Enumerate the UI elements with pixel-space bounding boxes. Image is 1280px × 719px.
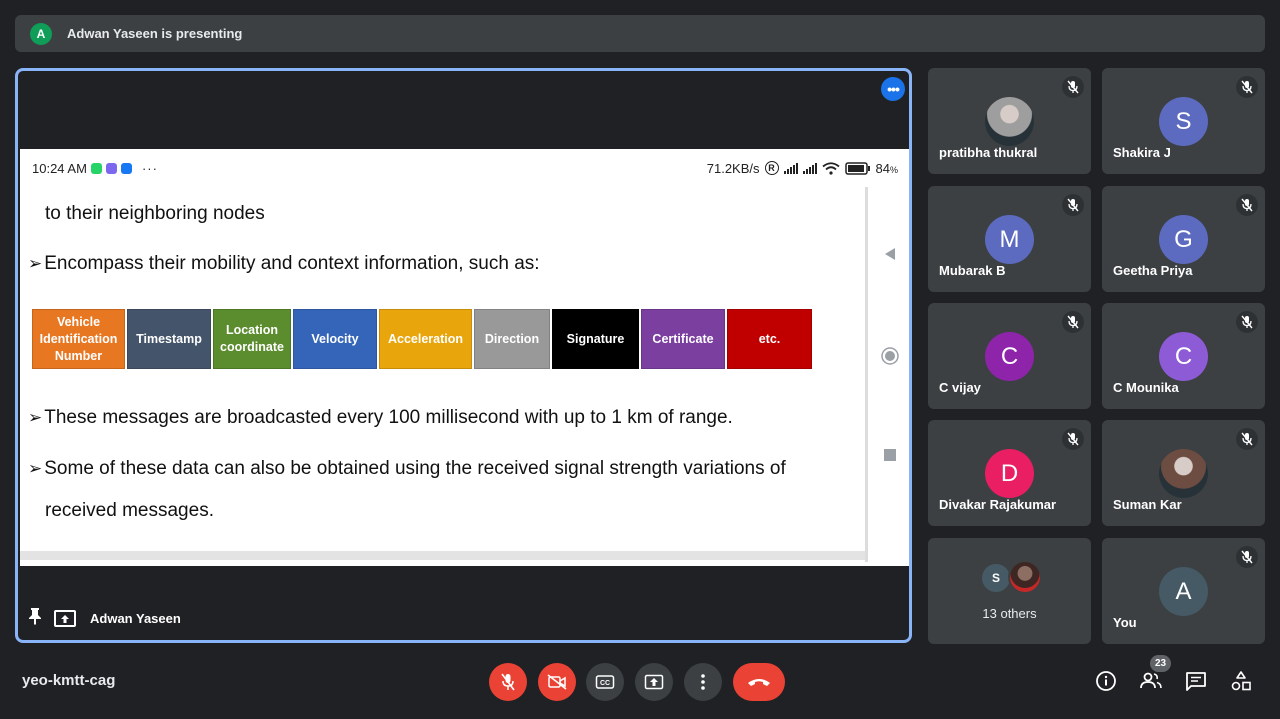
leave-call-button[interactable] bbox=[733, 663, 785, 701]
mic-off-icon bbox=[1062, 311, 1084, 333]
presentation-icon bbox=[54, 610, 76, 627]
slide-line-2: ➢ Encompass their mobility and context in… bbox=[28, 253, 540, 274]
self-tile[interactable]: A You bbox=[1102, 538, 1265, 644]
attribute-boxes: Vehicle Identification Number Timestamp … bbox=[32, 309, 814, 369]
battery-icon bbox=[844, 161, 870, 175]
more-notifications-icon: ··· bbox=[141, 160, 158, 176]
presenter-avatar: A bbox=[30, 22, 52, 45]
wifi-icon bbox=[821, 161, 840, 175]
mic-off-icon bbox=[1062, 194, 1084, 216]
phone-status-bar: 10:24 AM ··· 71.2KB/s R 84% bbox=[20, 149, 909, 187]
participant-avatar bbox=[985, 97, 1034, 146]
slide-line-4: ➢ Some of these data can also be obtained… bbox=[28, 458, 786, 479]
slide-line-1: to their neighboring nodes bbox=[45, 203, 265, 224]
mic-off-icon bbox=[1236, 194, 1258, 216]
slide-line-5: received messages. bbox=[45, 500, 214, 521]
presentation-stage[interactable]: ••• 10:24 AM ··· 71.2KB/s R 84% to their… bbox=[15, 68, 912, 643]
participant-name: pratibha thukral bbox=[939, 145, 1038, 160]
box-certificate: Certificate bbox=[641, 309, 727, 369]
presenter-label: Adwan Yaseen bbox=[28, 607, 181, 630]
participant-name: Geetha Priya bbox=[1113, 263, 1193, 278]
box-signature: Signature bbox=[552, 309, 641, 369]
mic-toggle-button[interactable] bbox=[489, 663, 527, 701]
participant-tile[interactable]: CC Mounika bbox=[1102, 303, 1265, 409]
signal-icon bbox=[783, 162, 798, 174]
mic-off-icon bbox=[1236, 428, 1258, 450]
camera-toggle-button[interactable] bbox=[538, 663, 576, 701]
shared-screen: 10:24 AM ··· 71.2KB/s R 84% to their nei… bbox=[20, 149, 909, 566]
scrollbar[interactable] bbox=[865, 187, 868, 562]
signal-icon-2 bbox=[802, 162, 817, 174]
participant-avatar: C bbox=[1159, 332, 1208, 381]
others-label: 13 others bbox=[982, 606, 1037, 621]
svg-text:CC: CC bbox=[600, 680, 610, 687]
participant-avatar: D bbox=[985, 449, 1034, 498]
activities-icon[interactable] bbox=[1228, 668, 1254, 694]
meeting-code: yeo-kmtt-cag bbox=[22, 672, 116, 689]
mic-off-icon bbox=[1236, 546, 1258, 568]
participant-avatar bbox=[1159, 449, 1208, 498]
mic-off-icon bbox=[1062, 428, 1084, 450]
box-vehicle-id: Vehicle Identification Number bbox=[32, 309, 127, 369]
status-time: 10:24 AM bbox=[32, 160, 87, 176]
mic-off-icon bbox=[1062, 76, 1084, 98]
participant-name: C Mounika bbox=[1113, 380, 1179, 395]
presenter-name: Adwan Yaseen bbox=[90, 611, 181, 626]
participant-tile[interactable]: C C vijay bbox=[928, 303, 1091, 409]
mic-off-icon bbox=[1236, 76, 1258, 98]
pin-icon[interactable] bbox=[28, 607, 42, 630]
more-actions-button[interactable] bbox=[684, 663, 722, 701]
mic-off-icon bbox=[1236, 311, 1258, 333]
recents-nav-icon[interactable] bbox=[880, 449, 900, 461]
others-photo-avatar bbox=[1008, 560, 1042, 594]
box-acceleration: Acceleration bbox=[379, 309, 474, 369]
participant-avatar: C bbox=[985, 332, 1034, 381]
presenting-text: Adwan Yaseen is presenting bbox=[67, 26, 243, 41]
slide-content: to their neighboring nodes ➢ Encompass th… bbox=[20, 187, 865, 557]
others-tile[interactable]: S 13 others bbox=[928, 538, 1091, 644]
horizontal-scrollbar[interactable] bbox=[20, 551, 865, 560]
participant-tile[interactable]: S Shakira J bbox=[1102, 68, 1265, 174]
participant-name: C vijay bbox=[939, 380, 981, 395]
box-location: Location coordinate bbox=[213, 309, 293, 369]
back-nav-icon[interactable] bbox=[880, 247, 900, 261]
chat-app-icon bbox=[105, 162, 117, 174]
box-etc: etc. bbox=[727, 309, 814, 369]
participant-name: Shakira J bbox=[1113, 145, 1171, 160]
box-timestamp: Timestamp bbox=[127, 309, 213, 369]
participant-name: Suman Kar bbox=[1113, 497, 1182, 512]
battery-level: 84% bbox=[875, 160, 898, 176]
home-nav-icon[interactable] bbox=[880, 347, 900, 365]
more-options-button[interactable]: ••• bbox=[881, 77, 905, 101]
meeting-details-icon[interactable] bbox=[1093, 668, 1119, 694]
self-avatar: A bbox=[1159, 567, 1208, 616]
present-now-button[interactable] bbox=[635, 663, 673, 701]
participant-count-badge: 23 bbox=[1150, 655, 1171, 672]
participant-name: Mubarak B bbox=[939, 263, 1006, 278]
participant-tile[interactable]: G Geetha Priya bbox=[1102, 186, 1265, 292]
chat-icon[interactable] bbox=[1183, 668, 1209, 694]
box-direction: Direction bbox=[474, 309, 552, 369]
participant-tile[interactable]: M Mubarak B bbox=[928, 186, 1091, 292]
participant-avatar: M bbox=[985, 215, 1034, 264]
participant-tile[interactable]: D Divakar Rajakumar bbox=[928, 420, 1091, 526]
network-speed: 71.2KB/s bbox=[706, 160, 760, 176]
slide-line-3: ➢ These messages are broadcasted every 10… bbox=[28, 407, 733, 428]
presenting-banner: A Adwan Yaseen is presenting bbox=[15, 15, 1265, 52]
registered-icon: R bbox=[764, 161, 779, 175]
facebook-icon bbox=[120, 162, 132, 174]
participant-name: Divakar Rajakumar bbox=[939, 497, 1057, 512]
self-name: You bbox=[1113, 615, 1137, 630]
participant-tile[interactable]: Suman Kar bbox=[1102, 420, 1265, 526]
participant-avatar: G bbox=[1159, 215, 1208, 264]
participant-avatar: S bbox=[1159, 97, 1208, 146]
participant-tile[interactable]: pratibha thukral bbox=[928, 68, 1091, 174]
whatsapp-icon bbox=[90, 162, 102, 174]
captions-button[interactable]: CC bbox=[586, 663, 624, 701]
box-velocity: Velocity bbox=[293, 309, 379, 369]
